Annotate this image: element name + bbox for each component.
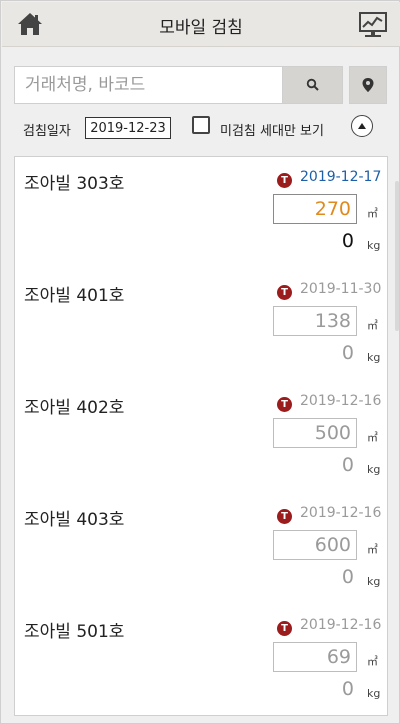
collapse-button[interactable] [351, 115, 373, 137]
meter-value-input[interactable]: 270 [273, 194, 357, 224]
meter-value-input[interactable]: 69 [273, 642, 357, 672]
unit-m3: ㎥ [367, 207, 378, 220]
kg-value: 0 [341, 230, 354, 252]
item-date: 2019-12-17 [300, 169, 382, 185]
unit-kg: kg [367, 575, 381, 588]
page-title: 모바일 검침 [159, 18, 243, 38]
unread-only-label[interactable]: 미검침 세대만 보기 [220, 120, 324, 139]
t-badge-icon: T [277, 397, 292, 412]
search-icon [306, 78, 319, 91]
list-item[interactable]: 조아빌 303호 T 2019-12-17 270 ㎥ 0 kg [15, 157, 387, 270]
kg-value: 0 [341, 678, 354, 700]
search-bar [14, 66, 343, 104]
chart-monitor-icon[interactable] [358, 11, 388, 39]
top-bar: 모바일 검침 [2, 2, 400, 47]
meter-list: 조아빌 303호 T 2019-12-17 270 ㎥ 0 kg 조아빌 401… [14, 156, 388, 716]
t-badge-icon: T [277, 285, 292, 300]
t-badge-icon: T [277, 621, 292, 636]
meter-value-input[interactable]: 500 [273, 418, 357, 448]
list-item[interactable]: 조아빌 501호 T 2019-12-16 69 ㎥ 0 kg [15, 605, 387, 715]
location-button[interactable] [349, 66, 387, 104]
kg-value: 0 [341, 342, 354, 364]
unread-only-checkbox[interactable] [192, 116, 210, 134]
unit-m3: ㎥ [367, 431, 378, 444]
item-name: 조아빌 403호 [24, 510, 125, 530]
item-date: 2019-11-30 [300, 281, 382, 297]
list-item[interactable]: 조아빌 402호 T 2019-12-16 500 ㎥ 0 kg [15, 381, 387, 494]
t-badge-icon: T [277, 509, 292, 524]
item-name: 조아빌 303호 [24, 174, 125, 194]
meter-value-input[interactable]: 600 [273, 530, 357, 560]
kg-value: 0 [341, 566, 354, 588]
search-input[interactable] [15, 67, 283, 103]
unit-kg: kg [367, 687, 381, 700]
list-item[interactable]: 조아빌 401호 T 2019-11-30 138 ㎥ 0 kg [15, 269, 387, 382]
unit-m3: ㎥ [367, 319, 378, 332]
t-badge-icon: T [277, 173, 292, 188]
app-frame: 모바일 검침 검침일자 2019-12-23 미검침 세대만 보 [0, 0, 400, 724]
unit-kg: kg [367, 239, 381, 252]
item-name: 조아빌 401호 [24, 286, 125, 306]
item-date: 2019-12-16 [300, 393, 382, 409]
scrollbar[interactable] [395, 181, 399, 331]
date-label: 검침일자 [23, 124, 71, 139]
search-button[interactable] [282, 67, 342, 103]
item-name: 조아빌 501호 [24, 622, 125, 642]
kg-value: 0 [341, 454, 354, 476]
item-date: 2019-12-16 [300, 617, 382, 633]
unit-m3: ㎥ [367, 655, 378, 668]
location-pin-icon [362, 78, 374, 92]
unit-kg: kg [367, 463, 381, 476]
meter-value-input[interactable]: 138 [273, 306, 357, 336]
item-date: 2019-12-16 [300, 505, 382, 521]
chevron-up-icon [358, 123, 366, 129]
date-field[interactable]: 2019-12-23 [85, 117, 171, 139]
item-name: 조아빌 402호 [24, 398, 125, 418]
unit-kg: kg [367, 351, 381, 364]
unit-m3: ㎥ [367, 543, 378, 556]
list-item[interactable]: 조아빌 403호 T 2019-12-16 600 ㎥ 0 kg [15, 493, 387, 606]
